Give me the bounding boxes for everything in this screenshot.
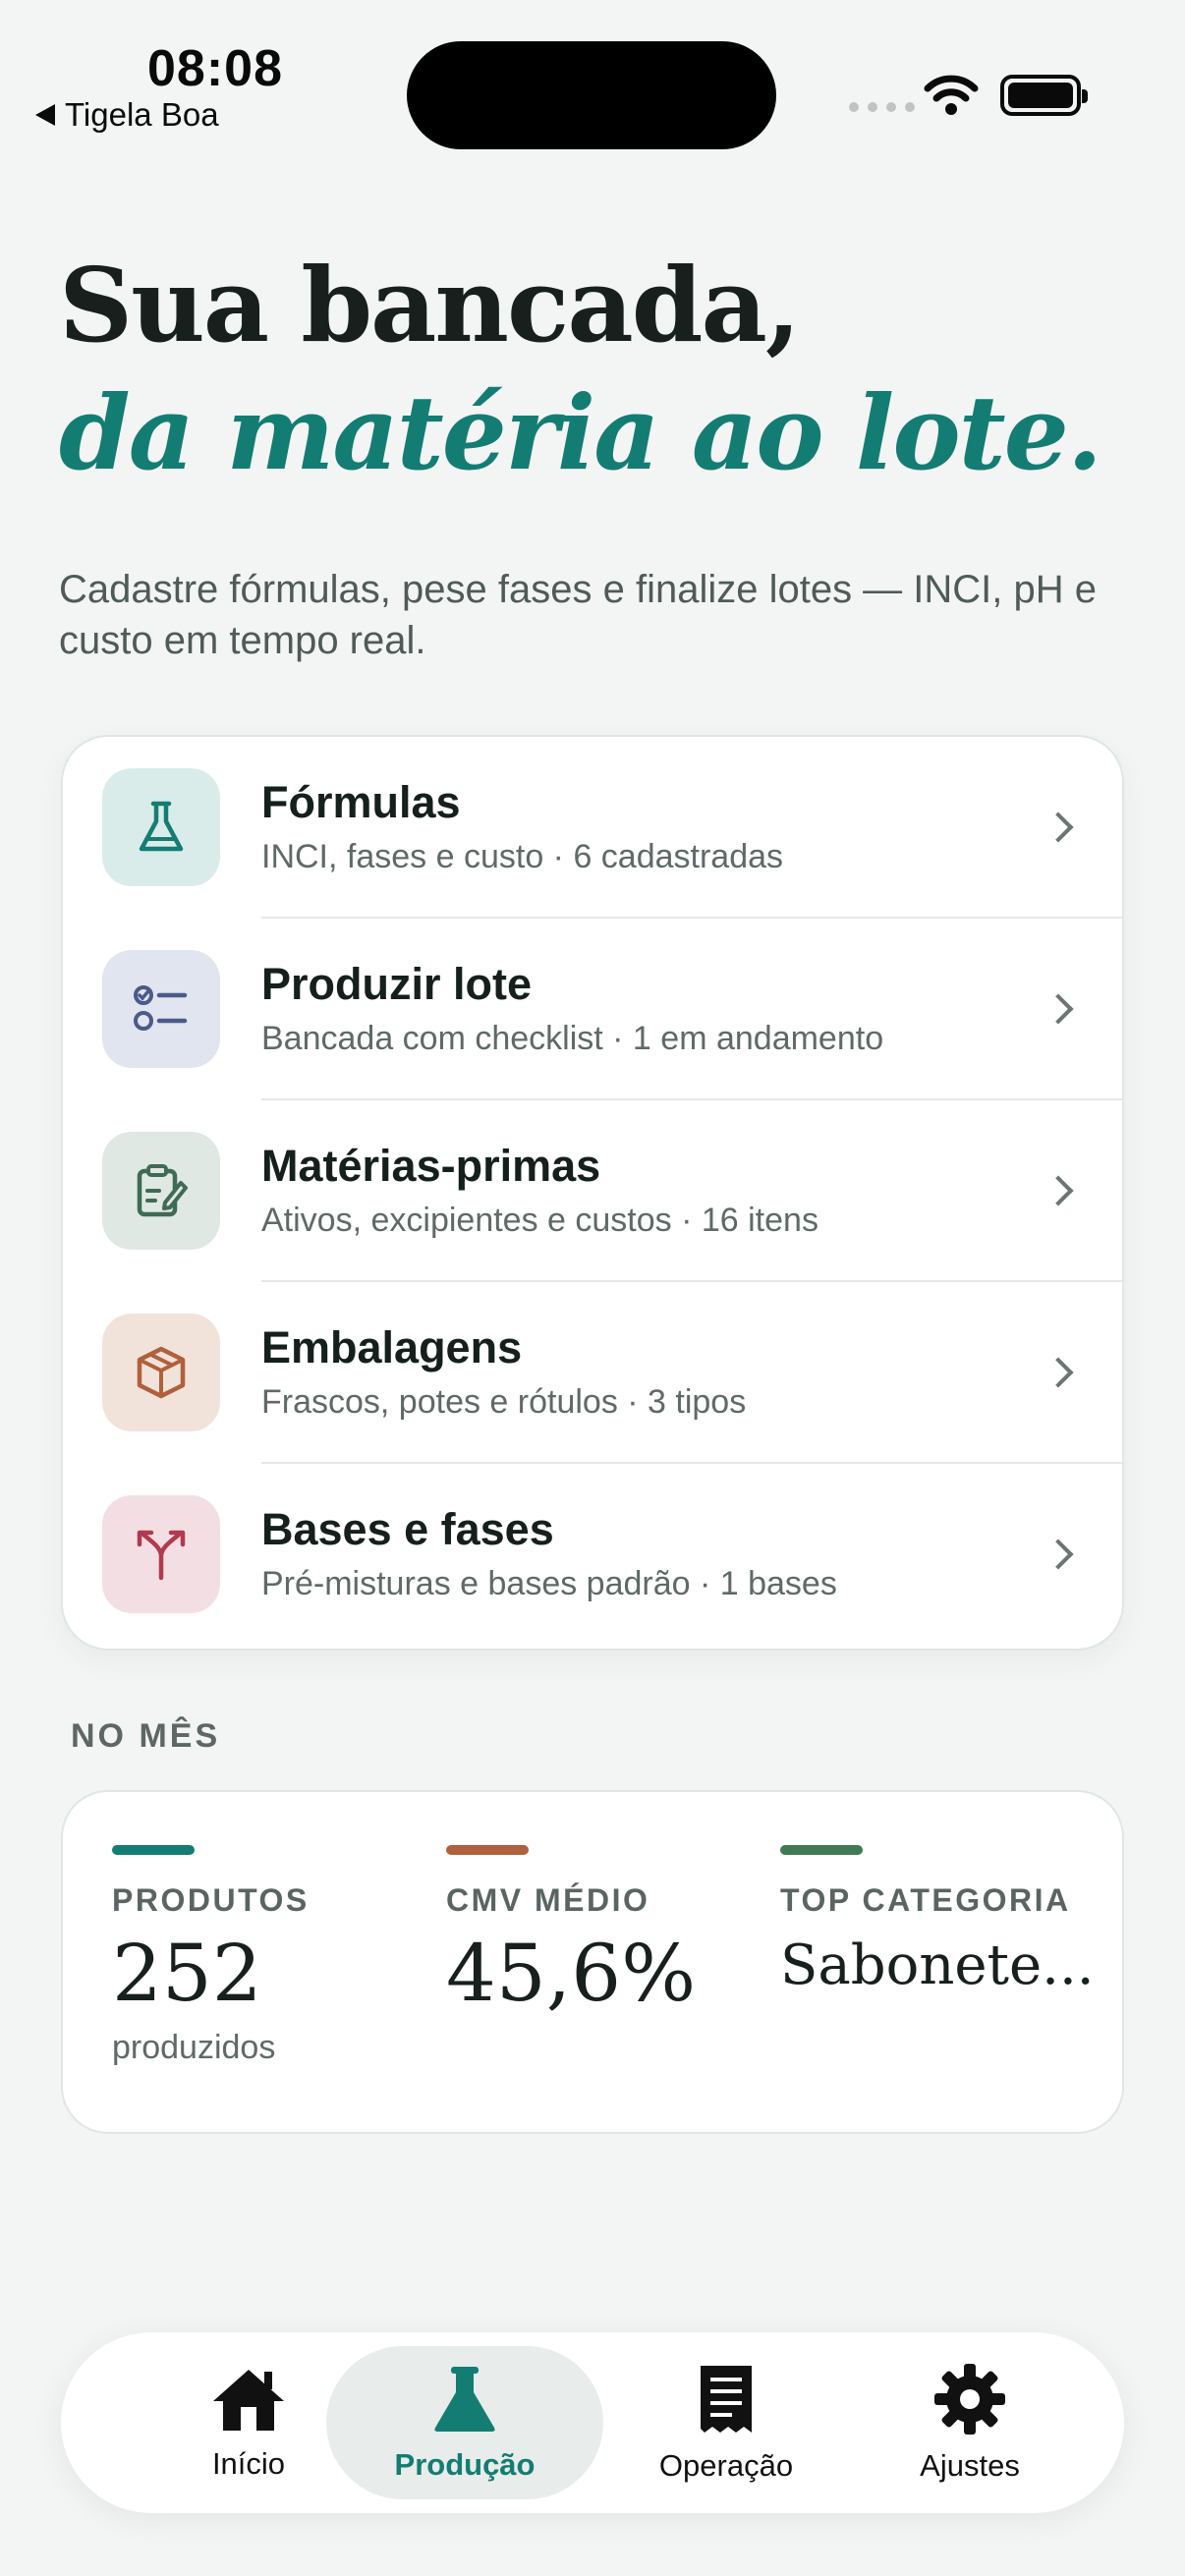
gear-icon (934, 2364, 1005, 2435)
tab-operacao[interactable]: Operação (603, 2346, 849, 2499)
tab-ajustes[interactable]: Ajustes (847, 2346, 1093, 2499)
stat-value: 252 (112, 1928, 262, 2019)
stat-label: TOP CATEGORIA (780, 1882, 1071, 1918)
tab-bar: Início Produção Operação Ajustes (61, 2332, 1124, 2513)
checklist-icon (134, 984, 188, 1031)
back-app-label: Tigela Boa (65, 96, 219, 133)
section-label-month: NO MÊS (71, 1717, 221, 1755)
menu-item-formulas[interactable]: Fórmulas INCI, fases e custo · 6 cadastr… (63, 737, 1122, 917)
menu-item-subtitle: Bancada com checklist · 1 em andamento (261, 1019, 884, 1057)
tab-label: Início (211, 2446, 286, 2481)
stat-accent-bar (780, 1845, 863, 1855)
chevron-right-icon (1043, 1538, 1074, 1570)
menu-item-embalagens[interactable]: Embalagens Frascos, potes e rótulos · 3 … (63, 1282, 1122, 1462)
stat-produtos: PRODUTOS 252 produzidos (112, 1845, 310, 2067)
flask-icon (139, 801, 184, 851)
chevron-right-icon (1043, 811, 1074, 843)
page-subtitle: Cadastre fórmulas, pese fases e finalize… (59, 568, 1098, 662)
menu-card: Fórmulas INCI, fases e custo · 6 cadastr… (61, 735, 1124, 1651)
stat-top-categoria: TOP CATEGORIA Sabonete... (780, 1845, 1095, 2005)
menu-item-title: Produzir lote (261, 958, 533, 1009)
stats-card: PRODUTOS 252 produzidos CMV MÉDIO 45,6% … (61, 1790, 1124, 2134)
menu-item-subtitle: INCI, fases e custo · 6 cadastradas (261, 837, 784, 875)
split-icon (137, 1530, 186, 1580)
page-title: Sua bancada, da matéria ao lote. (59, 242, 1102, 497)
menu-item-title: Fórmulas (261, 776, 461, 827)
tab-label: Ajustes (920, 2448, 1020, 2483)
battery-icon (1000, 75, 1088, 116)
tab-producao[interactable]: Produção (326, 2346, 603, 2499)
title-line-2: da matéria ao lote. (59, 372, 1102, 493)
cellular-signal-icon (849, 102, 915, 112)
title-line-1: Sua bancada, (59, 245, 801, 365)
stat-cmv-medio: CMV MÉDIO 45,6% (446, 1845, 696, 2021)
chevron-right-icon (1043, 1356, 1074, 1388)
back-arrow-icon (35, 104, 55, 126)
tab-label: Operação (658, 2448, 794, 2483)
package-icon (137, 1346, 186, 1398)
menu-item-bases-e-fases[interactable]: Bases e fases Pré-misturas e bases padrã… (63, 1464, 1122, 1644)
home-icon (213, 2370, 284, 2431)
menu-item-produzir-lote[interactable]: Produzir lote Bancada com checklist · 1 … (63, 919, 1122, 1098)
menu-item-title: Bases e fases (261, 1503, 554, 1554)
menu-item-title: Embalagens (261, 1321, 523, 1372)
flask-icon (434, 2367, 495, 2432)
menu-item-materias-primas[interactable]: Matérias-primas Ativos, excipientes e cu… (63, 1100, 1122, 1280)
receipt-icon (701, 2366, 752, 2433)
stat-accent-bar (112, 1845, 195, 1855)
menu-item-subtitle: Pré-misturas e bases padrão · 1 bases (261, 1564, 837, 1602)
dynamic-island (407, 41, 776, 149)
chevron-right-icon (1043, 992, 1074, 1025)
menu-item-title: Matérias-primas (261, 1140, 601, 1191)
stat-accent-bar (446, 1845, 529, 1855)
clipboard-edit-icon (137, 1163, 188, 1216)
bases-e-fases-icon-tile (102, 1494, 220, 1613)
menu-item-subtitle: Frascos, potes e rótulos · 3 tipos (261, 1382, 747, 1421)
formulas-icon-tile (102, 767, 220, 886)
stat-value: Sabonete... (780, 1933, 1095, 1997)
embalagens-icon-tile (102, 1313, 220, 1431)
wifi-icon (924, 75, 979, 115)
status-time: 08:08 (147, 40, 283, 97)
stat-caption: produzidos (112, 2029, 276, 2066)
chevron-right-icon (1043, 1174, 1074, 1206)
produzir-lote-icon-tile (102, 949, 220, 1068)
materias-primas-icon-tile (102, 1131, 220, 1250)
tab-label: Produção (394, 2447, 536, 2482)
menu-item-subtitle: Ativos, excipientes e custos · 16 itens (261, 1201, 818, 1239)
stat-label: CMV MÉDIO (446, 1882, 650, 1918)
stat-label: PRODUTOS (112, 1882, 310, 1918)
back-to-app-link[interactable]: Tigela Boa (35, 96, 219, 134)
stat-value: 45,6% (446, 1928, 697, 2019)
